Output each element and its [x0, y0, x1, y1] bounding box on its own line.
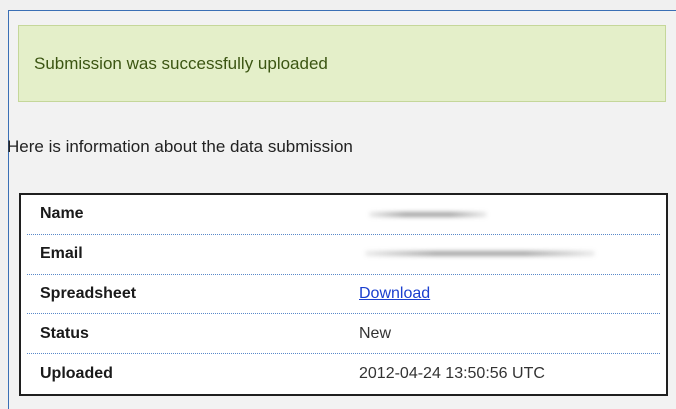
row-label-name: Name [40, 205, 84, 223]
row-value-email [359, 245, 660, 263]
redacted-name [369, 211, 487, 217]
intro-text: Here is information about the data submi… [7, 137, 353, 156]
row-label-uploaded: Uploaded [40, 365, 113, 383]
row-value-spreadsheet: Download [359, 285, 660, 303]
row-value-status: New [359, 324, 392, 342]
row-value-name [359, 205, 660, 223]
table-row-status: Status New [27, 314, 660, 355]
submission-info-table: Name Email Spreadsheet Download Status N… [19, 193, 668, 396]
download-link[interactable]: Download [359, 285, 430, 302]
row-label-status: Status [40, 324, 89, 342]
table-row-uploaded: Uploaded 2012-04-24 13:50:56 UTC [27, 354, 660, 394]
row-label-email: Email [40, 245, 83, 263]
redacted-email [365, 251, 595, 257]
table-row-name: Name [27, 195, 660, 235]
row-label-spreadsheet: Spreadsheet [40, 284, 137, 302]
row-value-uploaded: 2012-04-24 13:50:56 UTC [359, 365, 545, 383]
table-row-spreadsheet: Spreadsheet Download [27, 275, 660, 315]
table-row-email: Email [27, 235, 660, 275]
success-message-text: Submission was successfully uploaded [34, 53, 328, 73]
success-message: Submission was successfully uploaded [18, 25, 666, 102]
